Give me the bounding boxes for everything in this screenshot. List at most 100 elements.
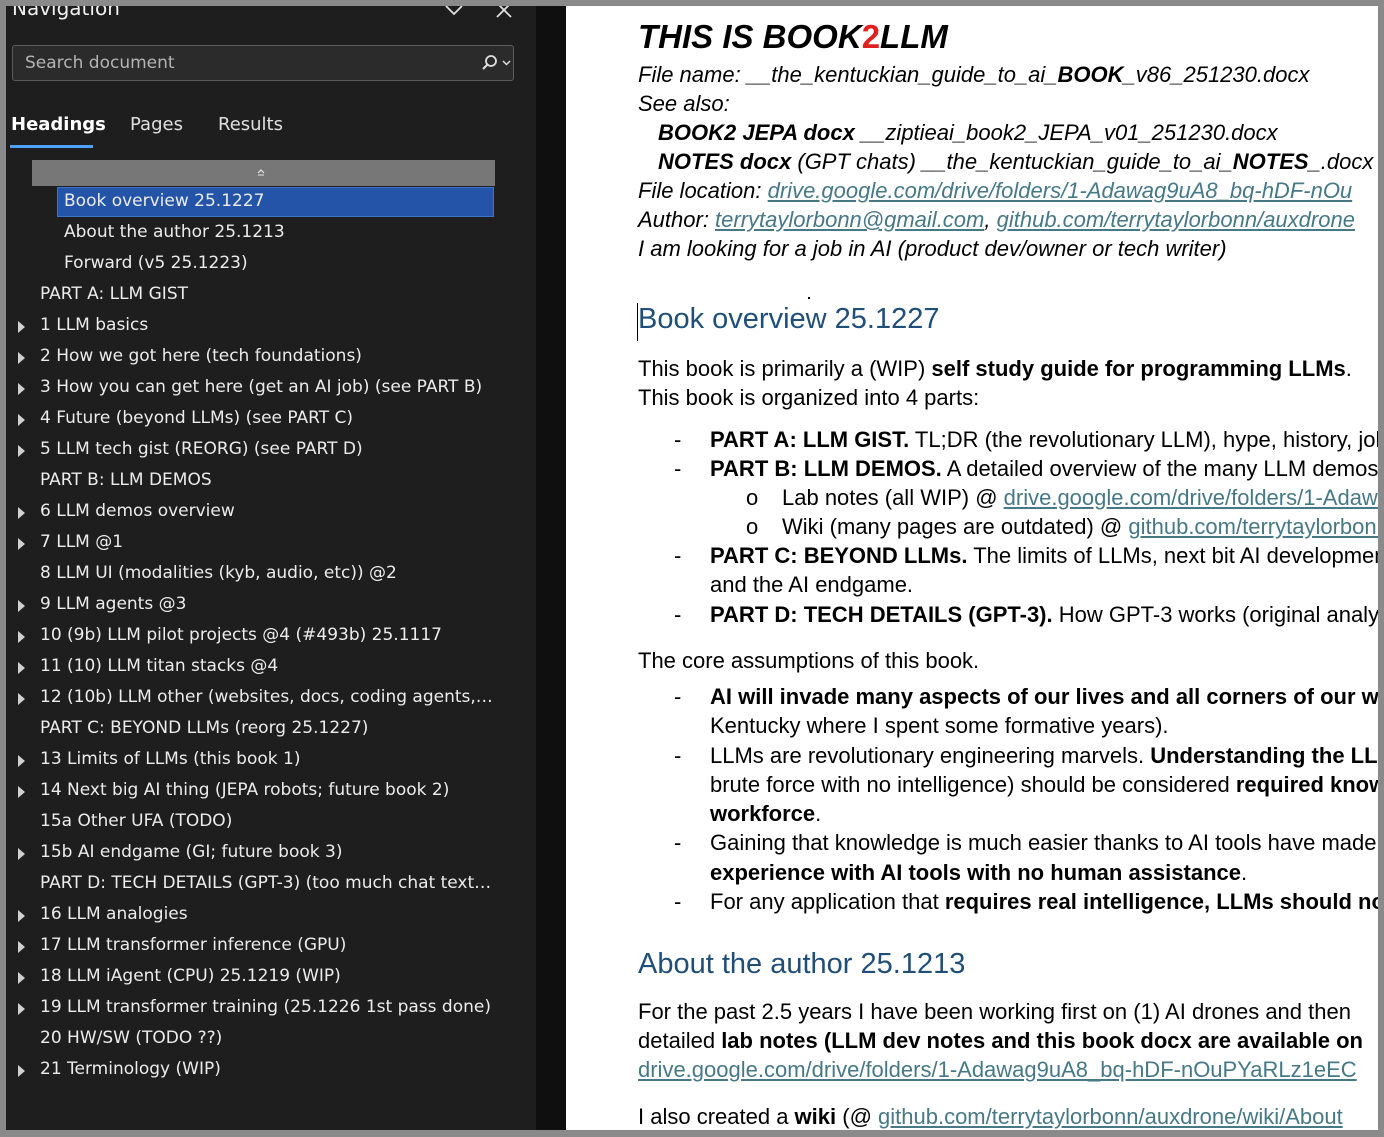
tab-results[interactable]: Results (218, 114, 283, 135)
heading-item[interactable]: 9 LLM agents @3 (6, 590, 536, 621)
heading-item-label: 21 Terminology (WIP) (40, 1059, 221, 1079)
heading-item[interactable]: 21 Terminology (WIP) (6, 1055, 536, 1086)
bullet-dash: - (674, 889, 682, 914)
heading-item[interactable]: 14 Next big AI thing (JEPA robots; futur… (6, 776, 536, 807)
search-input[interactable] (19, 46, 459, 80)
heading-item[interactable]: 7 LLM @1 (6, 528, 536, 559)
heading-item[interactable]: PART A: LLM GIST (6, 280, 536, 311)
search-options-button[interactable] (479, 53, 513, 73)
lab-notes-link[interactable]: drive.google.com/drive/folders/1-Adawag9… (1004, 485, 1378, 510)
heading-book-overview[interactable]: Book overview 25.1227 (638, 303, 939, 336)
heading-item[interactable]: PART C: BEYOND LLMs (reorg 25.1227) (6, 714, 536, 745)
expand-arrow-icon[interactable] (17, 786, 27, 798)
heading-item-label: 16 LLM analogies (40, 904, 188, 924)
expand-arrow-icon[interactable] (17, 600, 27, 612)
heading-item[interactable]: 18 LLM iAgent (CPU) 25.1219 (WIP) (6, 962, 536, 993)
expand-arrow-icon[interactable] (17, 507, 27, 519)
expand-arrow-icon[interactable] (17, 662, 27, 674)
expand-arrow-icon[interactable] (17, 321, 27, 333)
author-drive-link[interactable]: drive.google.com/drive/folders/1-Adawag9… (638, 1057, 1357, 1083)
heading-item[interactable]: About the author 25.1213 (6, 218, 536, 249)
expand-arrow-icon[interactable] (17, 941, 27, 953)
expand-arrow-icon[interactable] (17, 972, 27, 984)
expand-arrow-icon[interactable] (17, 352, 27, 364)
assumption-3: Gaining that knowledge is much easier th… (710, 830, 1377, 855)
heading-item[interactable]: 8 LLM UI (modalities (kyb, audio, etc)) … (6, 559, 536, 590)
document-title: THIS IS BOOK2LLM (638, 18, 948, 55)
heading-item[interactable]: Forward (v5 25.1223) (6, 249, 536, 280)
heading-item[interactable]: 15a Other UFA (TODO) (6, 807, 536, 838)
heading-item[interactable]: 1 LLM basics (6, 311, 536, 342)
tab-headings[interactable]: Headings (11, 114, 106, 135)
expand-arrow-icon[interactable] (17, 1065, 27, 1077)
heading-item[interactable]: 16 LLM analogies (6, 900, 536, 931)
heading-item[interactable]: PART B: LLM DEMOS (6, 466, 536, 497)
heading-item[interactable]: 4 Future (beyond LLMs) (see PART C) (6, 404, 536, 435)
heading-item[interactable]: 2 How we got here (tech foundations) (6, 342, 536, 373)
expand-arrow-icon[interactable] (17, 910, 27, 922)
heading-item[interactable]: PART D: TECH DETAILS (GPT-3) (too much c… (6, 869, 536, 900)
heading-item[interactable]: 20 HW/SW (TODO ??) (6, 1024, 536, 1055)
heading-item-label: 8 LLM UI (modalities (kyb, audio, etc)) … (40, 563, 397, 583)
list-item-part-c: PART C: BEYOND LLMs. The limits of LLMs,… (710, 543, 1378, 568)
heading-item-label: 18 LLM iAgent (CPU) 25.1219 (WIP) (40, 966, 341, 986)
heading-item[interactable]: 5 LLM tech gist (REORG) (see PART D) (6, 435, 536, 466)
expand-arrow-icon[interactable] (17, 538, 27, 550)
heading-item[interactable]: 17 LLM transformer inference (GPU) (6, 931, 536, 962)
search-icon (482, 55, 511, 70)
assumption-4: For any application that requires real i… (710, 889, 1378, 914)
heading-item[interactable]: 11 (10) LLM titan stacks @4 (6, 652, 536, 683)
heading-item-label: 13 Limits of LLMs (this book 1) (40, 749, 301, 769)
heading-item-label: 12 (10b) LLM other (websites, docs, codi… (40, 687, 494, 707)
expand-arrow-icon[interactable] (17, 414, 27, 426)
list-item-wiki: Wiki (many pages are outdated) @ github.… (782, 514, 1378, 540)
heading-item-label: About the author 25.1213 (64, 222, 285, 242)
heading-item-label: 15a Other UFA (TODO) (40, 811, 233, 831)
heading-item[interactable]: Book overview 25.1227 (6, 187, 536, 218)
heading-item[interactable]: 15b AI endgame (GI; future book 3) (6, 838, 536, 869)
heading-item[interactable]: 10 (9b) LLM pilot projects @4 (#493b) 25… (6, 621, 536, 652)
navigation-pane: Navigation Headings Pages Results Book o… (6, 6, 536, 1130)
expand-arrow-icon[interactable] (17, 445, 27, 457)
expand-arrow-icon[interactable] (17, 693, 27, 705)
author-wiki-link[interactable]: github.com/terrytaylorbonn/auxdrone/wiki… (878, 1104, 1343, 1129)
expand-arrow-icon[interactable] (17, 383, 27, 395)
expand-arrow-icon[interactable] (17, 1003, 27, 1015)
expand-arrow-icon[interactable] (17, 755, 27, 767)
heading-item-label: PART B: LLM DEMOS (40, 470, 212, 490)
close-icon[interactable] (492, 6, 516, 22)
expand-arrow-icon[interactable] (17, 631, 27, 643)
author-paragraph-wiki: I also created a wiki (@ github.com/terr… (638, 1104, 1343, 1129)
author-email-link[interactable]: terrytaylorbonn@gmail.com (715, 207, 984, 232)
heading-item[interactable]: 3 How you can get here (get an AI job) (… (6, 373, 536, 404)
assumption-2-cont2: workforce. (710, 801, 822, 826)
heading-item[interactable]: 6 LLM demos overview (6, 497, 536, 528)
chevron-down-icon[interactable] (442, 6, 466, 22)
heading-item[interactable]: 12 (10b) LLM other (websites, docs, codi… (6, 683, 536, 714)
navigation-header: Navigation (6, 6, 536, 36)
author-github-link[interactable]: github.com/terrytaylorbonn/auxdrone (997, 207, 1355, 232)
heading-about-the-author[interactable]: About the author 25.1213 (638, 948, 965, 981)
heading-item-label: 5 LLM tech gist (REORG) (see PART D) (40, 439, 363, 459)
heading-item[interactable]: 19 LLM transformer training (25.1226 1st… (6, 993, 536, 1024)
overview-paragraph-2: This book is organized into 4 parts: (638, 385, 980, 410)
scroll-up-button[interactable] (32, 160, 495, 186)
navigation-tabs: Headings Pages Results (6, 106, 536, 150)
assumption-2-cont: brute force with no intelligence) should… (710, 772, 1378, 797)
heading-item-label: 6 LLM demos overview (40, 501, 235, 521)
list-item-part-b: PART B: LLM DEMOS. A detailed overview o… (710, 456, 1378, 481)
heading-item-label: 19 LLM transformer training (25.1226 1st… (40, 997, 491, 1017)
heading-item[interactable]: 13 Limits of LLMs (this book 1) (6, 745, 536, 776)
heading-item-label: 10 (9b) LLM pilot projects @4 (#493b) 25… (40, 625, 442, 645)
wiki-link[interactable]: github.com/terrytaylorbonn/auxdrone (1128, 514, 1378, 539)
bullet-dash: - (674, 456, 682, 481)
file-location-link[interactable]: drive.google.com/drive/folders/1-Adawag9… (768, 178, 1353, 203)
tab-pages[interactable]: Pages (130, 114, 183, 135)
pane-splitter[interactable] (536, 6, 566, 1130)
author-paragraph-1: For the past 2.5 years I have been worki… (638, 999, 1351, 1024)
bullet-circle: o (746, 514, 759, 539)
expand-arrow-icon[interactable] (17, 848, 27, 860)
heading-item-label: 3 How you can get here (get an AI job) (… (40, 377, 483, 397)
heading-item-label: 14 Next big AI thing (JEPA robots; futur… (40, 780, 450, 800)
bullet-dash: - (674, 830, 682, 855)
